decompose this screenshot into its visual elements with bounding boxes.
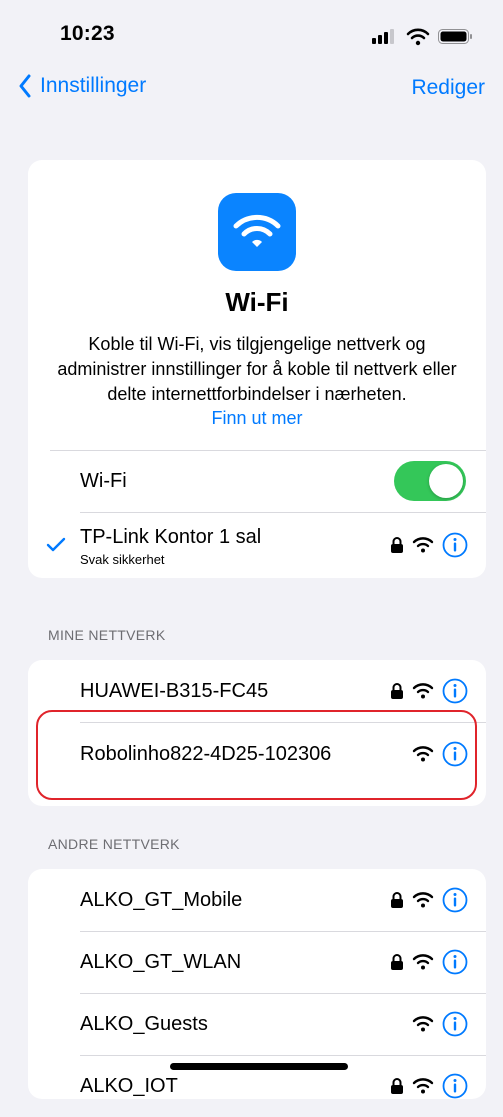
- status-icons: [370, 26, 480, 46]
- connected-network-row[interactable]: TP-Link Kontor 1 sal Svak sikkerhet: [28, 512, 486, 578]
- network-row[interactable]: ALKO_GT_WLAN: [28, 931, 486, 993]
- wifi-signal-icon: [412, 1015, 434, 1033]
- signal-icon: [372, 29, 394, 44]
- network-row[interactable]: ALKO_Guests: [28, 993, 486, 1055]
- my-networks-header: MINE NETTVERK: [48, 627, 166, 643]
- network-icons: [390, 887, 468, 913]
- status-time: 10:23: [60, 22, 115, 45]
- network-icons: [390, 949, 468, 975]
- network-name: ALKO_Guests: [80, 1013, 208, 1035]
- wifi-signal-icon: [412, 682, 434, 700]
- home-indicator: [170, 1063, 348, 1070]
- wifi-signal-icon: [412, 891, 434, 909]
- battery-icon: [438, 29, 472, 44]
- connected-network-security: Svak sikkerhet: [80, 552, 165, 567]
- edit-button[interactable]: Rediger: [411, 76, 485, 100]
- info-icon[interactable]: [442, 1011, 468, 1037]
- lock-icon: [390, 536, 404, 554]
- wifi-toggle-row: Wi-Fi: [28, 450, 486, 512]
- info-icon[interactable]: [442, 532, 468, 558]
- connected-network-name: TP-Link Kontor 1 sal: [80, 526, 262, 548]
- lock-icon: [390, 891, 404, 909]
- info-icon[interactable]: [442, 678, 468, 704]
- network-icons: [390, 1073, 468, 1099]
- wifi-toggle[interactable]: [394, 461, 466, 501]
- highlight-annotation: [36, 710, 477, 800]
- network-name: ALKO_IOT: [80, 1075, 178, 1097]
- other-networks-header: ANDRE NETTVERK: [48, 836, 180, 852]
- wifi-app-icon: [218, 193, 296, 271]
- info-icon[interactable]: [442, 887, 468, 913]
- page-title: Wi-Fi: [225, 287, 289, 317]
- wifi-description: Koble til Wi-Fi, vis tilgjengelige nettv…: [57, 334, 457, 404]
- info-icon[interactable]: [442, 949, 468, 975]
- wifi-signal-icon: [412, 536, 434, 554]
- info-icon[interactable]: [442, 1073, 468, 1099]
- wifi-toggle-label: Wi-Fi: [80, 470, 127, 492]
- learn-more-link[interactable]: Finn ut mer: [28, 408, 486, 429]
- lock-icon: [390, 682, 404, 700]
- back-button-label: Innstillinger: [40, 74, 147, 97]
- checkmark-icon: [46, 537, 66, 552]
- wifi-settings-card: Wi-Fi Koble til Wi-Fi, vis tilgjengelige…: [28, 160, 486, 578]
- wifi-signal-icon: [412, 953, 434, 971]
- network-name: ALKO_GT_Mobile: [80, 889, 243, 911]
- chevron-left-icon: [19, 74, 31, 98]
- network-name: ALKO_GT_WLAN: [80, 951, 242, 973]
- network-icons: [390, 532, 468, 558]
- network-icons: [390, 678, 468, 704]
- network-icons: [412, 1011, 468, 1037]
- network-row[interactable]: ALKO_GT_Mobile: [28, 869, 486, 931]
- lock-icon: [390, 953, 404, 971]
- back-button[interactable]: Innstillinger: [18, 74, 146, 98]
- network-name: HUAWEI-B315-FC45: [80, 680, 269, 702]
- wifi-status-icon: [406, 28, 430, 46]
